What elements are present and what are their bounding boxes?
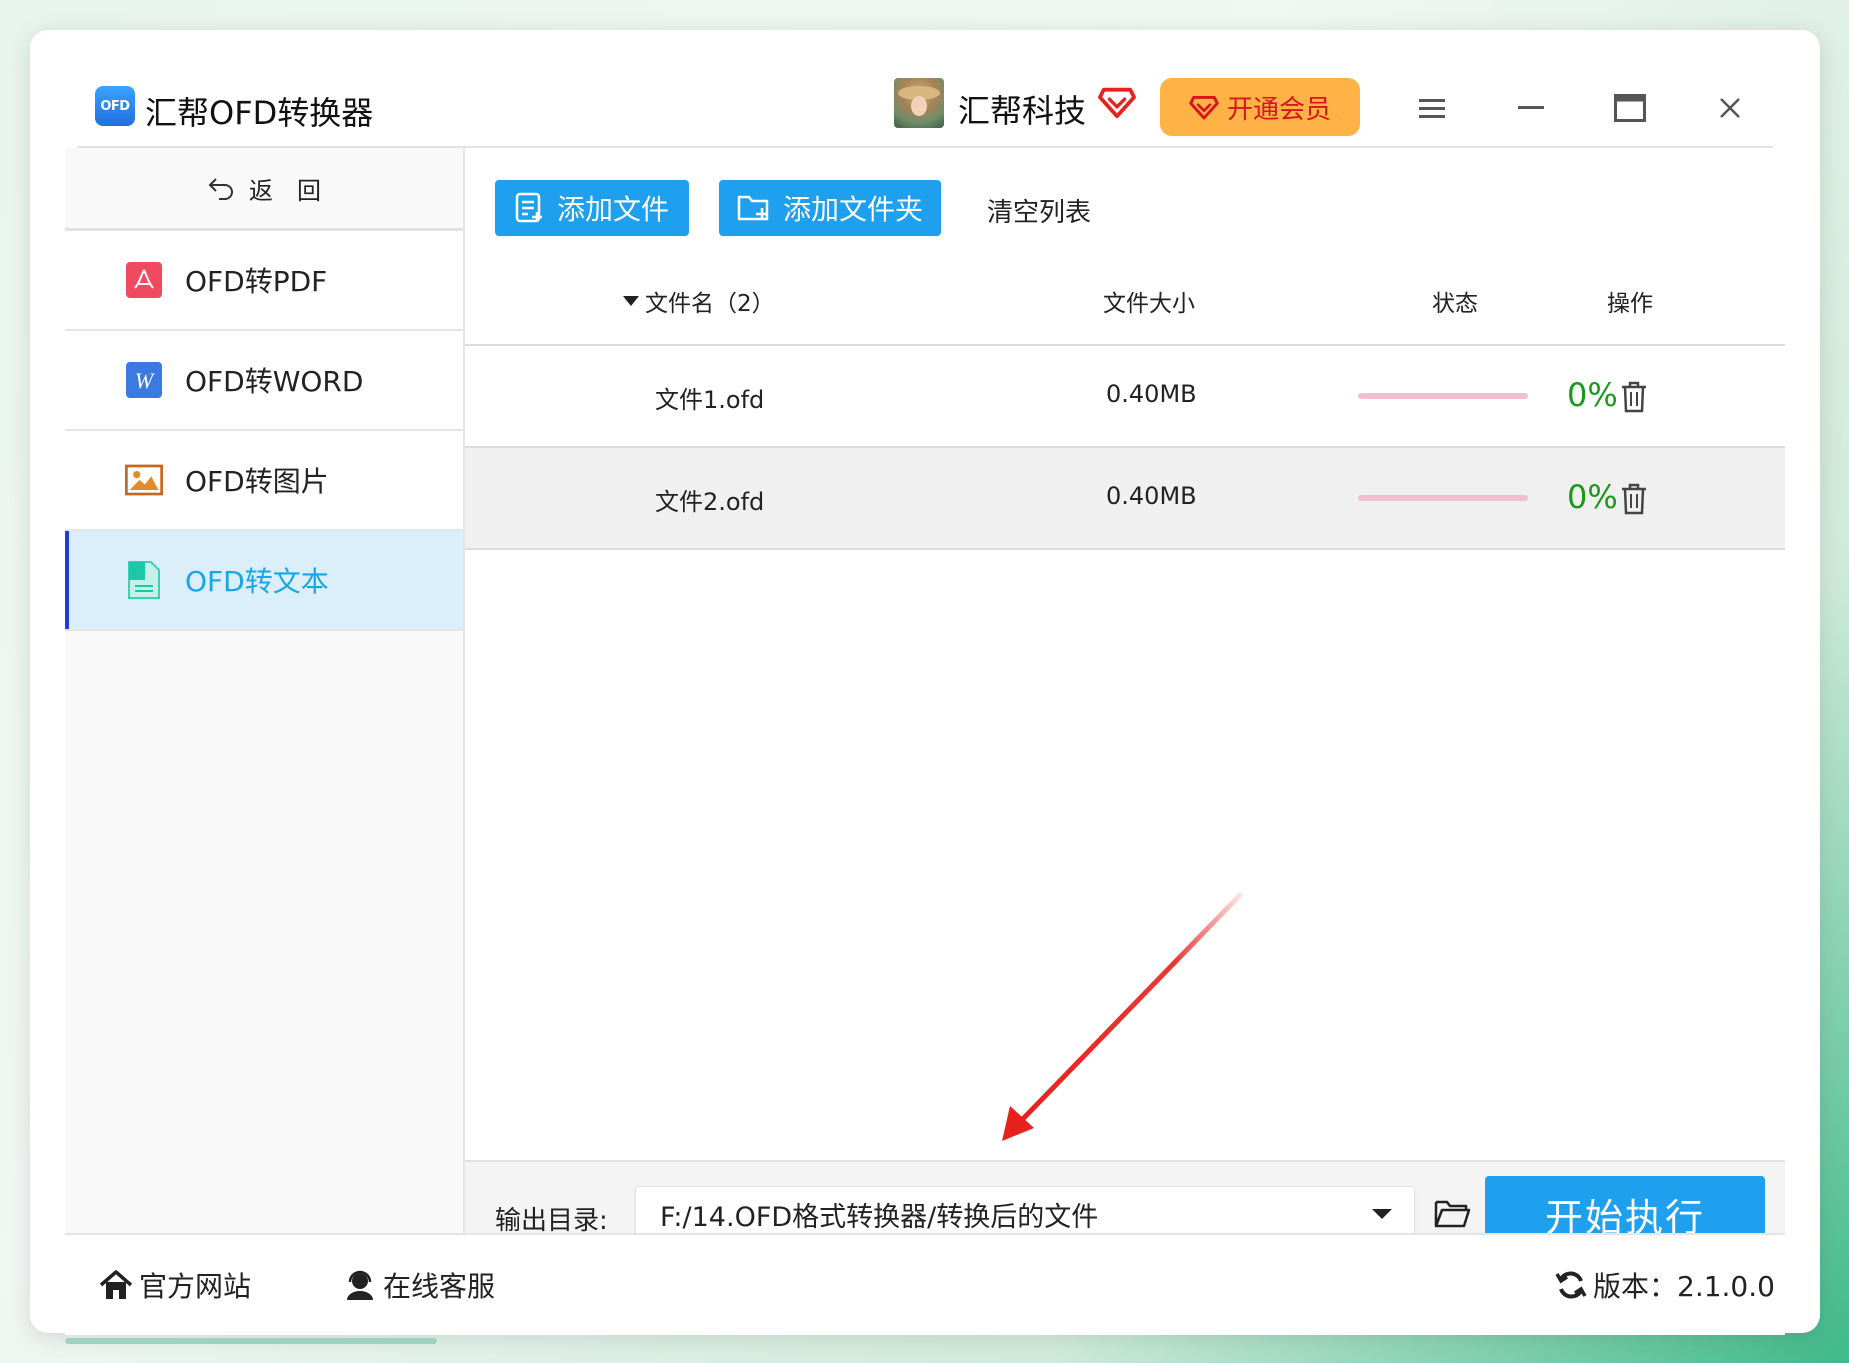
minimize-icon[interactable] bbox=[1511, 88, 1551, 128]
footer: 官方网站 在线客服 版本：2.1.0.0 bbox=[65, 1233, 1785, 1335]
sidebar: 返 回 OFD转PDF W OFD转WORD OFD转图片 OFD转文本 bbox=[65, 148, 465, 1233]
folder-open-icon[interactable] bbox=[1433, 1196, 1471, 1230]
clear-list-button[interactable]: 清空列表 bbox=[987, 192, 1091, 229]
online-support-link[interactable]: 在线客服 bbox=[343, 1265, 495, 1305]
table-row[interactable]: 文件1.ofd 0.40MB 0% bbox=[465, 346, 1785, 448]
image-icon bbox=[125, 461, 163, 499]
add-file-icon bbox=[515, 192, 542, 223]
sidebar-item-ofd-to-pdf[interactable]: OFD转PDF bbox=[65, 231, 463, 331]
sidebar-item-ofd-to-image[interactable]: OFD转图片 bbox=[65, 431, 463, 531]
app-window: OFD 汇帮OFD转换器 汇帮科技 开通会员 返 回 OFD转PDF W OFD… bbox=[30, 30, 1820, 1335]
table-row[interactable]: 文件2.ofd 0.40MB 0% bbox=[465, 448, 1785, 550]
file-name: 文件2.ofd bbox=[655, 488, 765, 516]
version-label: 版本：2.1.0.0 bbox=[1593, 1270, 1775, 1303]
progress-percent: 0% bbox=[1567, 376, 1618, 414]
file-size: 0.40MB bbox=[1106, 380, 1197, 408]
sidebar-item-label: OFD转WORD bbox=[185, 365, 364, 398]
word-icon: W bbox=[125, 361, 163, 399]
sidebar-item-label: OFD转文本 bbox=[185, 565, 329, 598]
main-panel: 添加文件 添加文件夹 清空列表 文件名（2） 文件大小 状态 操作 文件1.of… bbox=[465, 148, 1785, 1262]
vip-button[interactable]: 开通会员 bbox=[1160, 78, 1360, 136]
app-title: 汇帮OFD转换器 bbox=[145, 94, 374, 132]
home-icon bbox=[99, 1270, 133, 1299]
vip-button-label: 开通会员 bbox=[1226, 94, 1331, 125]
trash-icon[interactable] bbox=[1619, 380, 1649, 414]
avatar[interactable] bbox=[894, 78, 944, 128]
table-header: 文件名（2） 文件大小 状态 操作 bbox=[465, 244, 1785, 346]
official-website-label: 官方网站 bbox=[139, 1270, 252, 1303]
column-header-size: 文件大小 bbox=[1103, 291, 1195, 317]
sidebar-item-ofd-to-word[interactable]: W OFD转WORD bbox=[65, 331, 463, 431]
output-dir-value: F:/14.OFD格式转换器/转换后的文件 bbox=[660, 1201, 1099, 1233]
add-folder-label: 添加文件夹 bbox=[782, 193, 923, 226]
column-header-name[interactable]: 文件名（2） bbox=[623, 284, 775, 318]
text-doc-icon bbox=[125, 561, 163, 599]
official-website-link[interactable]: 官方网站 bbox=[99, 1265, 251, 1305]
headset-icon bbox=[347, 1270, 373, 1300]
back-arrow-icon bbox=[208, 178, 233, 200]
back-button[interactable]: 返 回 bbox=[65, 148, 463, 231]
add-file-label: 添加文件 bbox=[556, 193, 669, 226]
sidebar-item-label: OFD转图片 bbox=[185, 465, 329, 498]
trash-icon[interactable] bbox=[1619, 482, 1649, 516]
file-name: 文件1.ofd bbox=[655, 386, 765, 414]
progress-bar bbox=[1358, 495, 1528, 501]
add-file-button[interactable]: 添加文件 bbox=[495, 180, 689, 236]
column-header-status: 状态 bbox=[1432, 291, 1478, 317]
sidebar-item-label: OFD转PDF bbox=[185, 265, 328, 298]
sort-down-icon bbox=[623, 296, 639, 306]
pdf-icon bbox=[125, 261, 163, 299]
svg-text:W: W bbox=[135, 368, 155, 393]
title-bar: OFD 汇帮OFD转换器 汇帮科技 开通会员 bbox=[30, 30, 1820, 148]
add-folder-icon bbox=[737, 195, 769, 221]
back-label: 返 回 bbox=[249, 176, 321, 205]
diamond-icon bbox=[1098, 87, 1136, 119]
version-info[interactable]: 版本：2.1.0.0 bbox=[1555, 1265, 1775, 1305]
company-name: 汇帮科技 bbox=[958, 92, 1087, 130]
refresh-icon bbox=[1555, 1271, 1587, 1299]
add-folder-button[interactable]: 添加文件夹 bbox=[719, 180, 941, 236]
menu-icon[interactable] bbox=[1412, 88, 1452, 128]
maximize-icon[interactable] bbox=[1610, 88, 1650, 128]
output-dir-label: 输出目录: bbox=[495, 1206, 608, 1236]
chevron-down-icon[interactable] bbox=[1372, 1209, 1392, 1219]
online-support-label: 在线客服 bbox=[383, 1270, 496, 1303]
vip-diamond-icon bbox=[1189, 95, 1219, 120]
scroll-indicator bbox=[65, 1338, 437, 1344]
column-header-action: 操作 bbox=[1607, 291, 1653, 317]
file-size: 0.40MB bbox=[1106, 482, 1197, 510]
sidebar-item-ofd-to-text[interactable]: OFD转文本 bbox=[65, 531, 463, 631]
column-header-name-label: 文件名（2） bbox=[645, 291, 775, 317]
app-logo-icon: OFD bbox=[95, 86, 135, 126]
close-icon[interactable] bbox=[1710, 88, 1750, 128]
progress-percent: 0% bbox=[1567, 478, 1618, 516]
progress-bar bbox=[1358, 393, 1528, 399]
toolbar: 添加文件 添加文件夹 清空列表 bbox=[465, 148, 1785, 244]
